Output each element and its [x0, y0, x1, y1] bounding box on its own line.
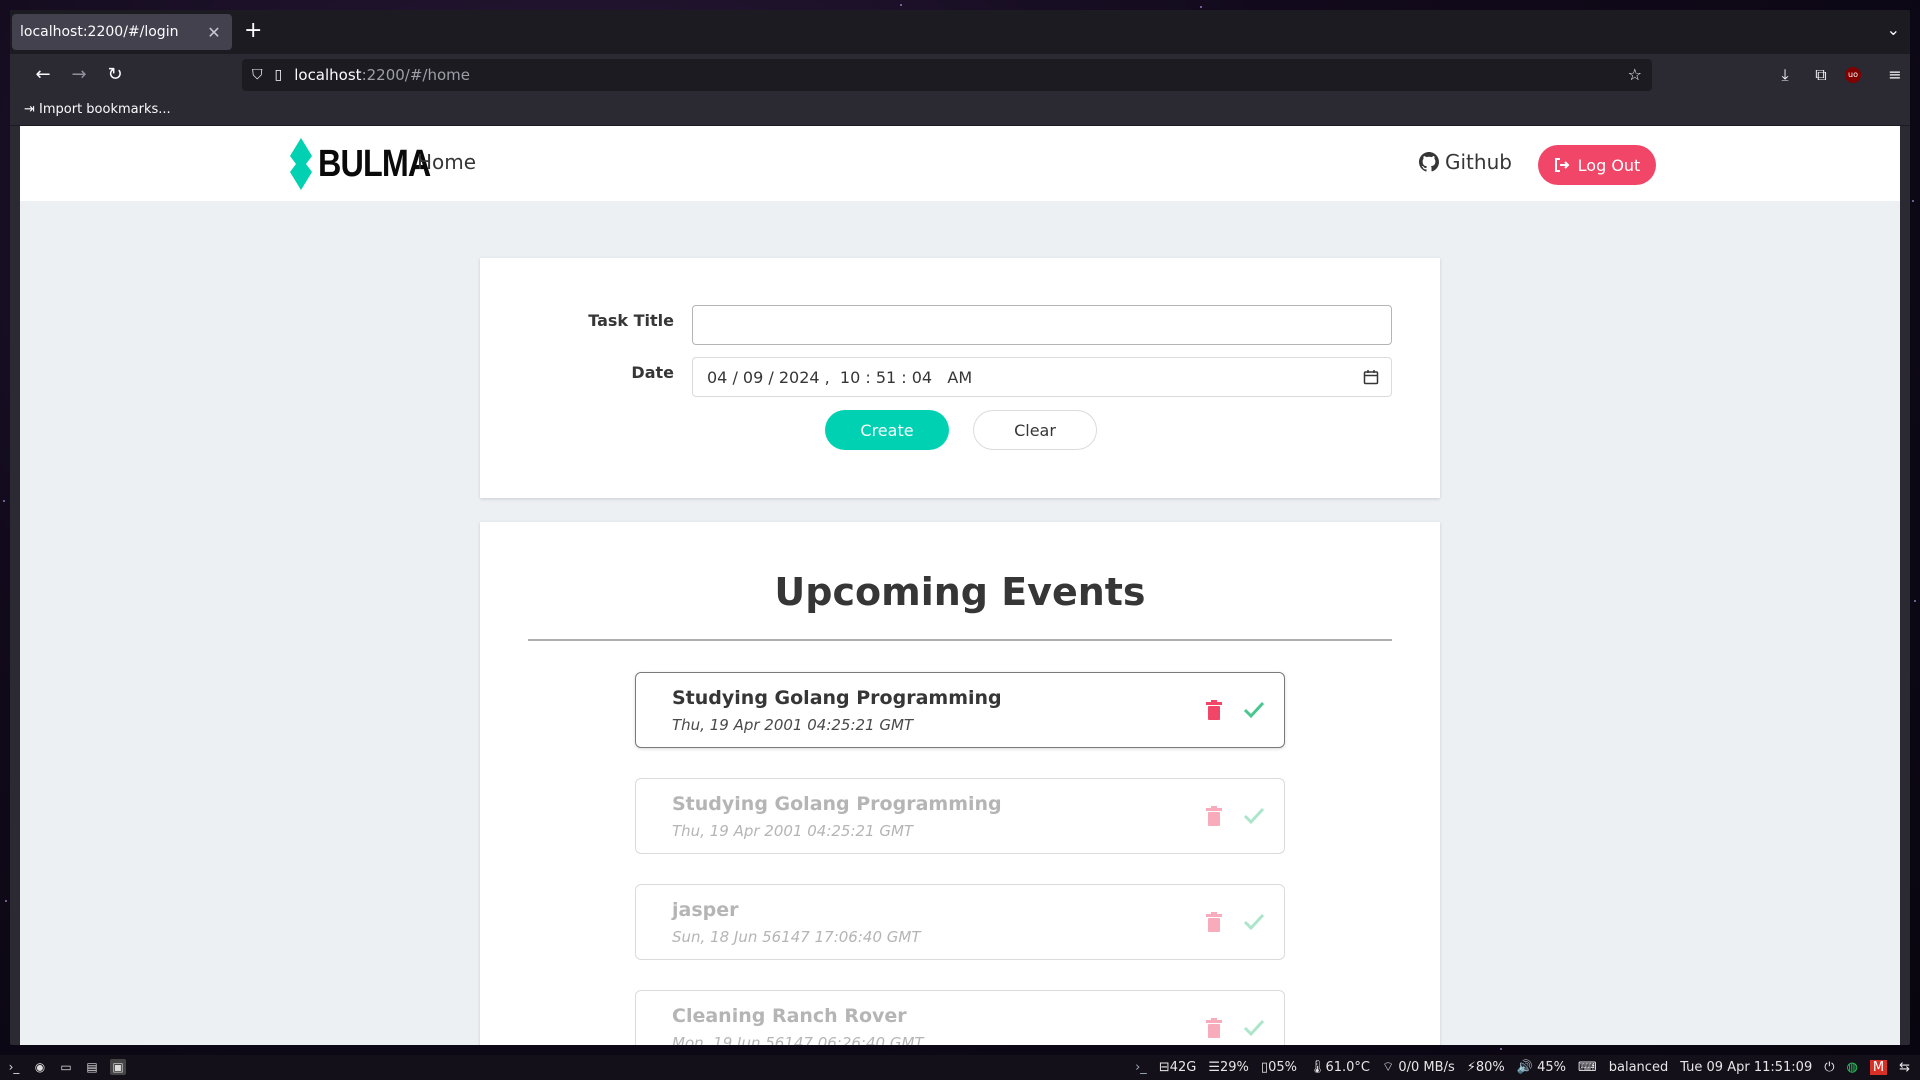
url-bar[interactable]: ⛉ ▯ localhost:2200/#/home ☆	[242, 59, 1652, 91]
event-title: Studying Golang Programming	[672, 687, 1002, 709]
github-icon	[1419, 152, 1439, 172]
url-path: :2200/#/home	[361, 66, 470, 84]
memory-indicator: ☰29%	[1208, 1059, 1249, 1075]
home-link[interactable]: Home	[417, 150, 476, 174]
power-icon[interactable]: ⏻	[1824, 1060, 1834, 1075]
memory-value: 29%	[1220, 1059, 1249, 1075]
battery-indicator: ⚡80%	[1466, 1059, 1505, 1075]
cpu-value: 05%	[1268, 1059, 1297, 1075]
task-form-card: Task Title Date 04 / 09 / 2024 , 10 : 51…	[480, 258, 1440, 498]
chevron-down-icon[interactable]: ⌄	[1887, 20, 1900, 39]
clock[interactable]: Tue 09 Apr 11:51:09	[1680, 1060, 1812, 1075]
disk-value: 42G	[1169, 1059, 1197, 1075]
whatsapp-icon[interactable]: ◍	[1847, 1060, 1858, 1075]
event-item[interactable]: Cleaning Ranch Rover Mon, 19 Jun 56147 0…	[635, 990, 1285, 1045]
logout-label: Log Out	[1577, 155, 1641, 175]
event-date: Thu, 19 Apr 2001 04:25:21 GMT	[672, 716, 914, 734]
check-icon[interactable]	[1242, 910, 1266, 934]
temp-indicator: 🌡61.0°C	[1308, 1059, 1371, 1075]
browser-window: localhost:2200/#/login ✕ + ⌄ ← → ↻ ⛉ ▯ l…	[10, 10, 1910, 1045]
date-label: Date	[631, 363, 674, 382]
logout-button[interactable]: Log Out	[1538, 145, 1656, 185]
close-tab-icon[interactable]: ✕	[204, 23, 224, 42]
trash-icon[interactable]	[1206, 912, 1222, 932]
page-icon: ▯	[274, 67, 283, 83]
shield-icon[interactable]: ⛉	[252, 67, 263, 83]
date-input[interactable]: 04 / 09 / 2024 , 10 : 51 : 04 AM	[692, 357, 1392, 397]
event-title: jasper	[672, 899, 739, 921]
back-icon[interactable]: ←	[30, 62, 56, 88]
event-item[interactable]: Studying Golang Programming Thu, 19 Apr …	[635, 778, 1285, 854]
volume-value: 45%	[1537, 1059, 1566, 1075]
event-item[interactable]: Studying Golang Programming Thu, 19 Apr …	[635, 672, 1285, 748]
battery-value: 80%	[1475, 1059, 1505, 1075]
gmail-icon[interactable]: M	[1869, 1059, 1888, 1075]
event-date: Sun, 18 Jun 56147 17:06:40 GMT	[672, 928, 921, 946]
sign-out-icon	[1554, 158, 1570, 172]
github-link[interactable]: Github	[1419, 150, 1512, 174]
check-icon[interactable]	[1242, 1016, 1266, 1040]
bookmarks-bar: ⇥ Import bookmarks...	[10, 96, 1910, 126]
event-date: Mon, 19 Jun 56147 06:26:40 GMT	[672, 1034, 924, 1045]
settings-icon[interactable]: ▤	[84, 1059, 100, 1075]
volume-indicator[interactable]: 🔊 45%	[1517, 1060, 1566, 1075]
github-label: Github	[1445, 150, 1512, 174]
create-button[interactable]: Create	[825, 410, 949, 450]
temp-value: 61.0°C	[1325, 1059, 1371, 1075]
prompt-icon: ›_	[1135, 1059, 1147, 1075]
date-value: 04 / 09 / 2024 , 10 : 51 : 04 AM	[707, 367, 973, 387]
clear-button[interactable]: Clear	[973, 410, 1097, 450]
brand-text: BULMA	[318, 142, 431, 185]
url-host: localhost	[294, 66, 362, 84]
import-bookmarks-item[interactable]: ⇥ Import bookmarks...	[24, 102, 171, 117]
network-value: 0/0 MB/s	[1398, 1060, 1455, 1075]
system-taskbar: ›_ ◉ ▭ ▤ ▣ ›_ ⊟42G ☰29% ▯05% 🌡61.0°C ⌔ 0…	[0, 1055, 1920, 1080]
event-title: Cleaning Ranch Rover	[672, 1005, 907, 1027]
events-divider	[528, 639, 1392, 641]
site-navbar: BULMA Home Github Log Out	[20, 126, 1900, 201]
event-title: Studying Golang Programming	[672, 793, 1002, 815]
keyboard-icon: ⌨	[1578, 1059, 1597, 1075]
tab-title: localhost:2200/#/login	[20, 24, 179, 40]
menu-icon[interactable]: ≡	[1882, 62, 1908, 88]
reload-icon[interactable]: ↻	[102, 62, 128, 88]
events-heading: Upcoming Events	[774, 570, 1146, 614]
disk-indicator: ⊟42G	[1158, 1059, 1197, 1075]
trash-icon[interactable]	[1206, 700, 1222, 720]
tab-bar: localhost:2200/#/login ✕ + ⌄	[10, 10, 1910, 54]
task-title-label: Task Title	[588, 311, 674, 330]
firefox-icon[interactable]: ◉	[32, 1059, 48, 1075]
task-title-input[interactable]	[692, 305, 1392, 345]
trash-icon[interactable]	[1206, 1018, 1222, 1038]
extensions-icon[interactable]: ⧉	[1808, 62, 1834, 88]
page-content: BULMA Home Github Log Out Task Title Dat…	[20, 126, 1900, 1045]
bulma-logo-icon	[290, 138, 312, 190]
url-text[interactable]: localhost:2200/#/home	[294, 66, 470, 84]
power-profile[interactable]: balanced	[1609, 1060, 1668, 1075]
ublock-icon[interactable]: uo	[1845, 67, 1861, 83]
event-item[interactable]: jasper Sun, 18 Jun 56147 17:06:40 GMT	[635, 884, 1285, 960]
terminal-icon[interactable]: ›_	[6, 1059, 22, 1075]
event-date: Thu, 19 Apr 2001 04:25:21 GMT	[672, 822, 914, 840]
cpu-indicator: ▯05%	[1260, 1059, 1297, 1075]
chat-icon[interactable]: ▣	[110, 1059, 126, 1075]
trash-icon[interactable]	[1206, 806, 1222, 826]
events-card: Upcoming Events Studying Golang Programm…	[480, 522, 1440, 1045]
bookmark-label: Import bookmarks...	[39, 102, 171, 117]
forward-icon[interactable]: →	[66, 62, 92, 88]
network-indicator: ⌔ 0/0 MB/s	[1382, 1060, 1455, 1075]
download-icon[interactable]: ⤓	[1772, 62, 1798, 88]
new-tab-icon[interactable]: +	[244, 20, 262, 42]
browser-toolbar: ← → ↻ ⛉ ▯ localhost:2200/#/home ☆ ⤓ ⧉ uo…	[10, 54, 1910, 96]
browser-tab[interactable]: localhost:2200/#/login ✕	[12, 14, 232, 50]
bookmark-star-icon[interactable]: ☆	[1628, 65, 1642, 84]
folder-icon[interactable]: ▭	[58, 1059, 74, 1075]
check-icon[interactable]	[1242, 698, 1266, 722]
calendar-icon[interactable]	[1363, 369, 1379, 385]
sync-icon[interactable]: ⇆	[1899, 1060, 1910, 1075]
check-icon[interactable]	[1242, 804, 1266, 828]
